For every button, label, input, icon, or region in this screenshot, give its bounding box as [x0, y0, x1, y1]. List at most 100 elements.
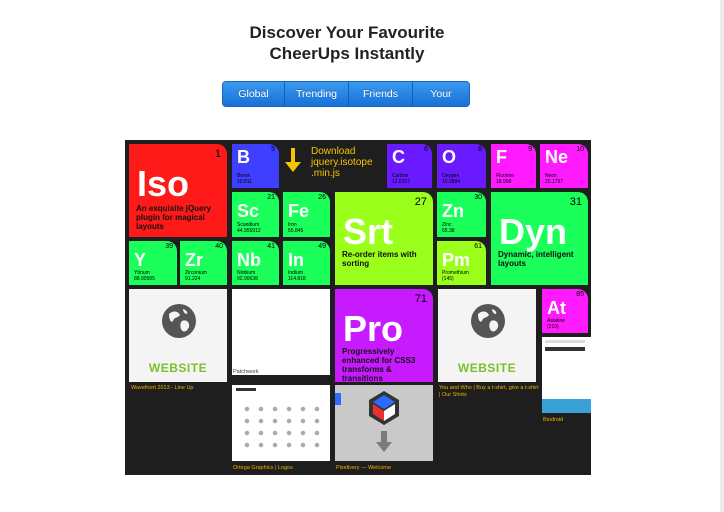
tile-symbol: O	[442, 147, 457, 167]
download-text: Download jquery.isotope .min.js	[311, 146, 373, 179]
tile-ne[interactable]: 10 Ne Neon 20.1797	[540, 144, 588, 188]
tile-description: Progressively enhanced for CSS3 transfor…	[342, 347, 416, 382]
tab-trending[interactable]: Trending	[285, 82, 349, 106]
tile-zr[interactable]: 40 Zr Zirconium 91.224	[180, 241, 227, 285]
tile-weight: (210)	[547, 324, 559, 330]
tile-weight: 44.955912	[237, 228, 261, 234]
tile-symbol: Zr	[185, 250, 203, 270]
tile-description: Re-order items with sorting	[342, 250, 417, 268]
tile-zn[interactable]: 30 Zn Zinc 65.38	[437, 192, 486, 237]
tile-symbol: At	[547, 298, 566, 318]
download-arrow-icon	[285, 148, 301, 172]
tile-iso[interactable]: 1 Iso An exquisite jQuery plugin for mag…	[129, 144, 227, 237]
tile-dyn[interactable]: 31 Dyn Dynamic, intelligent layouts	[491, 192, 588, 285]
tile-pm[interactable]: 61 Pm Promethium (145)	[437, 241, 486, 285]
tile-f[interactable]: 9 F Fluorine 18.998	[491, 144, 536, 188]
tile-at[interactable]: 85 At Astatine (210)	[542, 289, 588, 333]
tile-number: 5	[271, 146, 275, 153]
tile-number: 9	[528, 146, 532, 153]
tile-number: 39	[165, 243, 173, 250]
tile-symbol: Fe	[288, 201, 310, 221]
preview-logo	[236, 388, 256, 391]
tile-number: 1	[214, 148, 221, 160]
website-card-wavefront[interactable]: WEBSITE	[129, 289, 227, 382]
page-title-line-1: Discover Your Favourite	[249, 23, 445, 42]
tile-weight: 15.9994	[442, 179, 461, 185]
tile-c[interactable]: 6 C Carbon 12.0107	[387, 144, 432, 188]
tile-weight: 20.1797	[545, 179, 564, 185]
tile-number: 26	[318, 194, 326, 201]
tile-symbol: B	[237, 147, 250, 167]
page-title-line-2: CheerUps Instantly	[269, 44, 425, 63]
card-caption: Patchwork	[233, 369, 259, 375]
tile-symbol: Sc	[237, 201, 260, 221]
tile-number: 21	[267, 194, 275, 201]
globe-icon	[471, 304, 505, 338]
tile-number: 31	[569, 196, 582, 208]
card-caption: Wavefront 2013 - Line Up	[131, 385, 194, 391]
website-label: WEBSITE	[457, 361, 517, 375]
tile-y[interactable]: 39 Y Yttrium 88.90585	[129, 241, 177, 285]
tile-description: Dynamic, intelligent layouts	[498, 250, 574, 268]
tile-weight: 65.38	[442, 228, 455, 234]
preview-bar	[545, 347, 585, 351]
tile-symbol: Nb	[237, 250, 261, 270]
ortega-card[interactable]	[232, 385, 330, 461]
tab-global[interactable]: Global	[223, 82, 285, 106]
tile-symbol: Srt	[343, 211, 394, 252]
tile-symbol: C	[392, 147, 405, 167]
tile-symbol: Dyn	[499, 211, 568, 252]
tile-number: 71	[414, 293, 427, 305]
tile-number: 8	[478, 146, 482, 153]
tile-weight: 88.90585	[134, 276, 155, 282]
tile-weight: 91.224	[185, 276, 201, 282]
globe-icon	[162, 304, 196, 338]
biodroid-card[interactable]	[542, 337, 591, 413]
preview-bar	[545, 340, 585, 343]
website-label: WEBSITE	[148, 361, 208, 375]
tile-number: 85	[576, 291, 584, 298]
tile-symbol: Ne	[545, 147, 569, 167]
filter-tabs: Global Trending Friends Your	[222, 81, 470, 107]
tile-weight: (145)	[442, 276, 454, 282]
card-caption: You and Who | Buy a t-shirt, give a t-sh…	[439, 385, 539, 398]
tile-number: 27	[414, 196, 427, 208]
preview-stripe	[335, 393, 341, 405]
tile-number: 30	[474, 194, 482, 201]
tile-srt[interactable]: 27 Srt Re-order items with sorting	[335, 192, 433, 285]
card-caption: Biodroid	[543, 417, 564, 423]
tab-your[interactable]: Your	[413, 82, 469, 106]
tile-symbol: Y	[134, 250, 147, 270]
scrollbar[interactable]	[720, 0, 724, 512]
tile-number: 6	[424, 146, 428, 153]
tile-symbol: Pro	[343, 308, 404, 349]
card-caption: Pixelivery — Welcome	[336, 465, 391, 471]
tile-weight: 10.811	[237, 179, 252, 185]
tile-b[interactable]: 5 B Boron 10.811	[232, 144, 279, 188]
tile-symbol: Pm	[442, 250, 471, 270]
tile-weight: 12.0107	[392, 179, 411, 185]
tile-sc[interactable]: 21 Sc Scandium 44.955912	[232, 192, 279, 237]
tile-in[interactable]: 49 In Indium 114.818	[283, 241, 330, 285]
card-caption: Ortega Graphics | Logos	[233, 465, 293, 471]
tile-number: 61	[474, 243, 482, 250]
tile-number: 49	[318, 243, 326, 250]
down-arrow-icon	[376, 431, 392, 452]
tile-number: 40	[215, 243, 223, 250]
tab-friends[interactable]: Friends	[349, 82, 413, 106]
tile-number: 41	[267, 243, 275, 250]
patchwork-card[interactable]	[232, 289, 330, 375]
website-card-youandwho[interactable]: WEBSITE	[438, 289, 536, 382]
preview-image	[542, 399, 591, 413]
tile-symbol: Zn	[442, 201, 464, 221]
tile-symbol: Iso	[137, 163, 190, 204]
tile-symbol: F	[496, 147, 507, 167]
pixelivery-card[interactable]	[335, 385, 433, 461]
tile-pro[interactable]: 71 Pro Progressively enhanced for CSS3 t…	[335, 289, 433, 382]
tile-symbol: In	[288, 250, 304, 270]
tile-nb[interactable]: 41 Nb Niobium 92.90638	[232, 241, 279, 285]
tile-number: 10	[576, 146, 584, 153]
tile-o[interactable]: 8 O Oxygen 15.9994	[437, 144, 486, 188]
tile-fe[interactable]: 26 Fe Iron 55.845	[283, 192, 330, 237]
pixelivery-logo-icon	[369, 391, 399, 425]
